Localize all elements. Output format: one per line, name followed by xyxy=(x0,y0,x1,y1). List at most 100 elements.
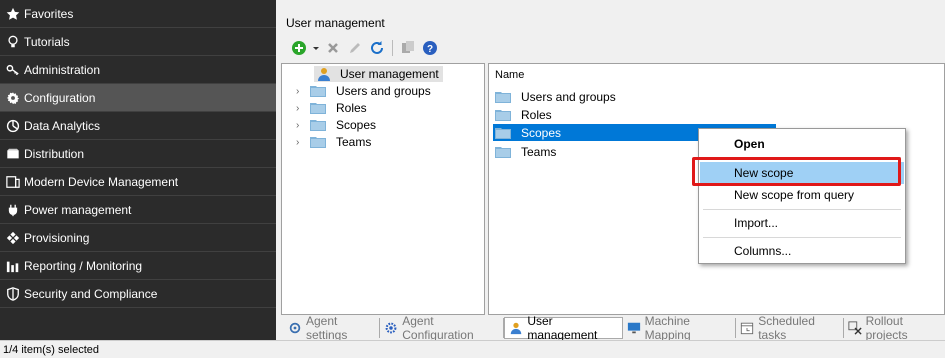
list-item[interactable]: Roles xyxy=(495,106,552,123)
tab-scheduled-tasks[interactable]: Scheduled tasks xyxy=(736,314,844,342)
tab-bar: Agent settings Agent Configuration User … xyxy=(284,314,945,342)
folder-icon xyxy=(495,109,511,121)
menu-item-new-scope-from-query[interactable]: New scope from query xyxy=(700,184,904,206)
sidebar-item-label: Distribution xyxy=(24,146,85,161)
provisioning-icon xyxy=(5,230,21,246)
sidebar-item-label: Configuration xyxy=(24,90,96,105)
main-panel: User management ? User management › User… xyxy=(278,0,945,340)
analytics-icon xyxy=(5,118,21,134)
lightbulb-icon xyxy=(5,34,21,50)
menu-item-open[interactable]: Open xyxy=(700,133,904,155)
list-item-label: Teams xyxy=(521,144,557,159)
list-item[interactable]: Users and groups xyxy=(495,88,616,105)
folder-icon xyxy=(495,127,511,139)
sidebar-item-provisioning[interactable]: Provisioning xyxy=(0,224,276,252)
callout-highlight xyxy=(692,157,901,186)
tab-user-management[interactable]: User management xyxy=(504,314,623,342)
tree-node-label: Roles xyxy=(336,101,367,115)
folder-icon xyxy=(495,146,511,158)
tree-node-label: Teams xyxy=(336,135,372,149)
tab-label: User management xyxy=(527,314,598,342)
sidebar-item-label: Reporting / Monitoring xyxy=(24,258,143,273)
tab-machine-mapping[interactable]: Machine Mapping xyxy=(623,314,737,342)
sidebar-item-data-analytics[interactable]: Data Analytics xyxy=(0,112,276,140)
box-icon xyxy=(5,146,21,162)
copy-icon[interactable] xyxy=(399,39,417,57)
list-item-label: Scopes xyxy=(521,125,562,140)
plug-icon xyxy=(5,202,21,218)
refresh-icon[interactable] xyxy=(368,39,386,57)
bar-chart-icon xyxy=(5,258,21,274)
user-icon xyxy=(509,321,523,335)
folder-icon xyxy=(310,136,326,148)
sidebar-item-label: Favorites xyxy=(24,6,74,21)
tree-node-teams[interactable]: › Teams xyxy=(296,134,371,150)
folder-icon xyxy=(310,119,326,131)
tree-root-user-management[interactable]: User management xyxy=(314,66,443,82)
tab-label: Machine Mapping xyxy=(644,314,691,342)
sidebar-item-tutorials[interactable]: Tutorials xyxy=(0,28,276,56)
help-icon[interactable]: ? xyxy=(421,39,439,57)
tab-rollout-projects[interactable]: Rollout projects xyxy=(844,314,945,342)
folder-icon xyxy=(495,91,511,103)
list-item-label: Users and groups xyxy=(521,89,616,104)
tree-root-label: User management xyxy=(340,67,439,81)
monitor-icon xyxy=(627,321,641,335)
sidebar-item-configuration[interactable]: Configuration xyxy=(0,84,276,112)
tree-node-users-and-groups[interactable]: › Users and groups xyxy=(296,83,431,99)
tab-label: Agent Configuration xyxy=(402,314,474,342)
sidebar-item-label: Provisioning xyxy=(24,230,90,245)
folder-icon xyxy=(310,102,326,114)
sidebar-item-distribution[interactable]: Distribution xyxy=(0,140,276,168)
context-menu: Open New scope New scope from query Impo… xyxy=(698,128,906,264)
sidebar-item-label: Administration xyxy=(24,62,101,77)
app-window: Favorites Tutorials Administration Confi… xyxy=(0,0,945,358)
toolbar: ? xyxy=(290,38,439,58)
expand-arrow-icon[interactable]: › xyxy=(296,103,310,114)
menu-divider xyxy=(703,209,901,210)
agent-settings-icon xyxy=(288,321,302,335)
star-icon xyxy=(5,6,21,22)
sidebar: Favorites Tutorials Administration Confi… xyxy=(0,0,276,340)
chevron-down-icon[interactable] xyxy=(312,39,320,57)
sidebar-item-administration[interactable]: Administration xyxy=(0,56,276,84)
tree-node-label: Scopes xyxy=(336,118,377,132)
status-text: 1/4 item(s) selected xyxy=(3,343,99,356)
calendar-icon xyxy=(740,321,754,335)
rollout-icon xyxy=(848,321,862,335)
expand-arrow-icon[interactable]: › xyxy=(296,120,310,131)
folder-icon xyxy=(310,85,326,97)
sidebar-item-label: Modern Device Management xyxy=(24,174,179,189)
menu-item-import[interactable]: Import... xyxy=(700,212,904,234)
add-button[interactable] xyxy=(290,39,308,57)
tab-agent-settings[interactable]: Agent settings xyxy=(284,314,381,342)
tree-node-label: Users and groups xyxy=(336,84,431,98)
sidebar-item-security-and-compliance[interactable]: Security and Compliance xyxy=(0,280,276,308)
tab-label: Rollout projects xyxy=(865,314,908,342)
tab-agent-configuration[interactable]: Agent Configuration xyxy=(380,314,505,342)
toolbar-divider xyxy=(392,40,393,56)
gear-icon xyxy=(5,90,21,106)
tree-node-roles[interactable]: › Roles xyxy=(296,100,367,116)
sidebar-item-modern-device-management[interactable]: Modern Device Management xyxy=(0,168,276,196)
sidebar-item-power-management[interactable]: Power management xyxy=(0,196,276,224)
tab-label: Agent settings xyxy=(306,314,348,342)
tab-label: Scheduled tasks xyxy=(758,314,815,342)
expand-arrow-icon[interactable]: › xyxy=(296,137,310,148)
device-icon xyxy=(5,174,21,190)
menu-item-columns[interactable]: Columns... xyxy=(700,240,904,262)
page-title: User management xyxy=(286,16,385,30)
sidebar-item-reporting-monitoring[interactable]: Reporting / Monitoring xyxy=(0,252,276,280)
shield-icon xyxy=(5,286,21,302)
sidebar-item-favorites[interactable]: Favorites xyxy=(0,0,276,28)
list-item[interactable]: Teams xyxy=(495,143,556,160)
sidebar-item-label: Power management xyxy=(24,202,132,217)
sidebar-item-label: Security and Compliance xyxy=(24,286,158,301)
expand-arrow-icon[interactable]: › xyxy=(296,86,310,97)
tree-node-scopes[interactable]: › Scopes xyxy=(296,117,376,133)
column-header-name[interactable]: Name xyxy=(495,69,524,81)
edit-icon[interactable] xyxy=(346,39,364,57)
delete-icon[interactable] xyxy=(324,39,342,57)
gear-icon xyxy=(384,321,398,335)
status-bar: 1/4 item(s) selected xyxy=(0,340,945,358)
